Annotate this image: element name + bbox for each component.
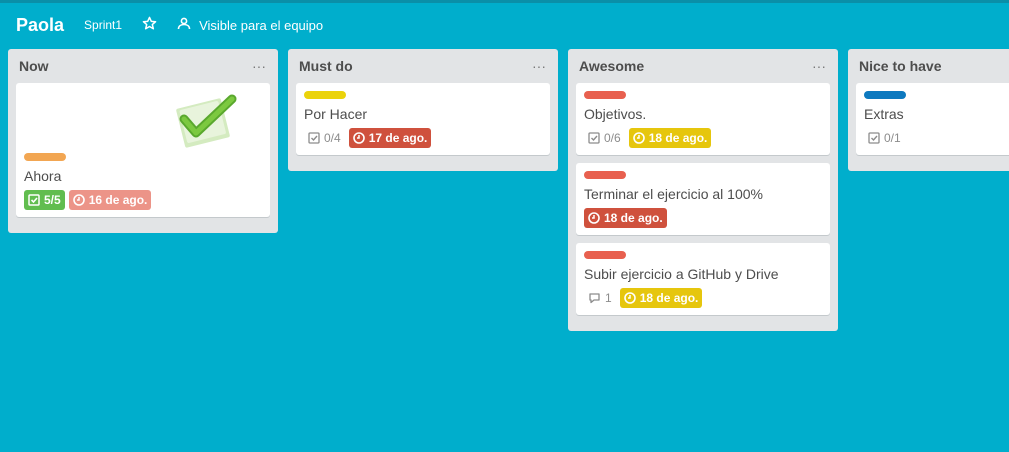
- due-date: 18 de ago.: [639, 291, 699, 305]
- card-badges: 1 18 de ago.: [584, 287, 822, 309]
- list-menu-icon[interactable]: ···: [252, 59, 266, 73]
- card-extras[interactable]: Extras 0/1: [856, 83, 1009, 155]
- card-title: Subir ejercicio a GitHub y Drive: [584, 266, 779, 282]
- card-label[interactable]: [24, 153, 66, 161]
- card-terminar-ejercicio[interactable]: Terminar el ejercicio al 100% 18 de ago.: [576, 163, 830, 235]
- card-badges: 5/5 16 de ago.: [24, 189, 262, 211]
- list-menu-icon[interactable]: ···: [812, 59, 826, 73]
- visibility-button[interactable]: Visible para el equipo: [177, 17, 323, 33]
- card-label[interactable]: [864, 91, 906, 99]
- card-title: Extras: [864, 106, 904, 122]
- card-cover: [24, 91, 262, 153]
- card-objetivos[interactable]: Objetivos. 0/6 18 de ago.: [576, 83, 830, 155]
- team-icon: [177, 17, 191, 33]
- card-label[interactable]: [584, 251, 626, 259]
- checklist-icon: [588, 132, 600, 144]
- list-must-do[interactable]: Must do ··· Por Hacer 0/4 17 de ago.: [288, 49, 558, 171]
- due-date: 18 de ago.: [604, 211, 663, 225]
- checklist-icon: [868, 132, 880, 144]
- checklist-badge: 5/5: [24, 190, 65, 210]
- list-title[interactable]: Nice to have: [859, 58, 941, 74]
- checklist-count: 0/4: [324, 131, 341, 145]
- card-label[interactable]: [304, 91, 346, 99]
- board-title[interactable]: Paola: [16, 15, 64, 36]
- due-date: 18 de ago.: [648, 131, 708, 145]
- comment-icon: [588, 292, 601, 304]
- card-badges: 18 de ago.: [584, 207, 822, 229]
- due-date-badge: 17 de ago.: [348, 128, 432, 148]
- card-title: Por Hacer: [304, 106, 368, 122]
- due-date: 16 de ago.: [88, 193, 148, 207]
- checklist-count: 0/6: [604, 131, 621, 145]
- clock-icon: [72, 194, 85, 206]
- list-header: Nice to have: [856, 49, 1009, 83]
- checklist-count: 0/1: [884, 131, 901, 145]
- card-ahora[interactable]: Ahora 5/5 16 de ago.: [16, 83, 270, 217]
- checklist-icon: [28, 194, 40, 206]
- star-icon[interactable]: [142, 16, 157, 34]
- card-title: Objetivos.: [584, 106, 647, 122]
- list-header: Awesome ···: [576, 49, 830, 83]
- board-header: Paola Sprint1 Visible para el equipo: [0, 3, 1009, 47]
- checklist-count: 5/5: [44, 193, 61, 207]
- due-date-badge: 18 de ago.: [619, 288, 703, 308]
- clock-icon: [588, 212, 600, 224]
- due-date-badge: 18 de ago.: [628, 128, 712, 148]
- list-nice-to-have[interactable]: Nice to have Extras 0/1: [848, 49, 1009, 171]
- card-title: Ahora: [24, 168, 62, 184]
- due-date: 17 de ago.: [368, 131, 428, 145]
- green-checkmark-image: [176, 94, 237, 148]
- visibility-label: Visible para el equipo: [199, 17, 324, 33]
- list-title[interactable]: Awesome: [579, 58, 644, 74]
- card-por-hacer[interactable]: Por Hacer 0/4 17 de ago.: [296, 83, 550, 155]
- clock-icon: [632, 132, 645, 144]
- list-title[interactable]: Now: [19, 58, 49, 74]
- checklist-badge: 0/1: [864, 128, 905, 148]
- clock-icon: [352, 132, 365, 144]
- checklist-badge: 0/6: [584, 128, 625, 148]
- list-header: Must do ···: [296, 49, 550, 83]
- card-label[interactable]: [584, 91, 626, 99]
- due-date-badge: 16 de ago.: [68, 190, 152, 210]
- due-date-badge: 18 de ago.: [584, 208, 667, 228]
- list-now[interactable]: Now ··· Ahora 5/5 16 de ago.: [8, 49, 278, 233]
- checklist-icon: [308, 132, 320, 144]
- card-badges: 0/6 18 de ago.: [584, 127, 822, 149]
- card-badges: 0/1: [864, 127, 1001, 149]
- list-title[interactable]: Must do: [299, 58, 353, 74]
- card-badges: 0/4 17 de ago.: [304, 127, 542, 149]
- comments-badge: 1: [584, 288, 616, 308]
- list-awesome[interactable]: Awesome ··· Objetivos. 0/6 18 de ago. Te…: [568, 49, 838, 331]
- card-subir-ejercicio[interactable]: Subir ejercicio a GitHub y Drive 1 18 de…: [576, 243, 830, 315]
- list-menu-icon[interactable]: ···: [532, 59, 546, 73]
- clock-icon: [623, 292, 636, 304]
- card-label[interactable]: [584, 171, 626, 179]
- list-header: Now ···: [16, 49, 270, 83]
- board-menu-button[interactable]: Sprint1: [84, 18, 122, 32]
- checklist-badge: 0/4: [304, 128, 345, 148]
- comment-count: 1: [605, 291, 612, 305]
- card-title: Terminar el ejercicio al 100%: [584, 186, 763, 202]
